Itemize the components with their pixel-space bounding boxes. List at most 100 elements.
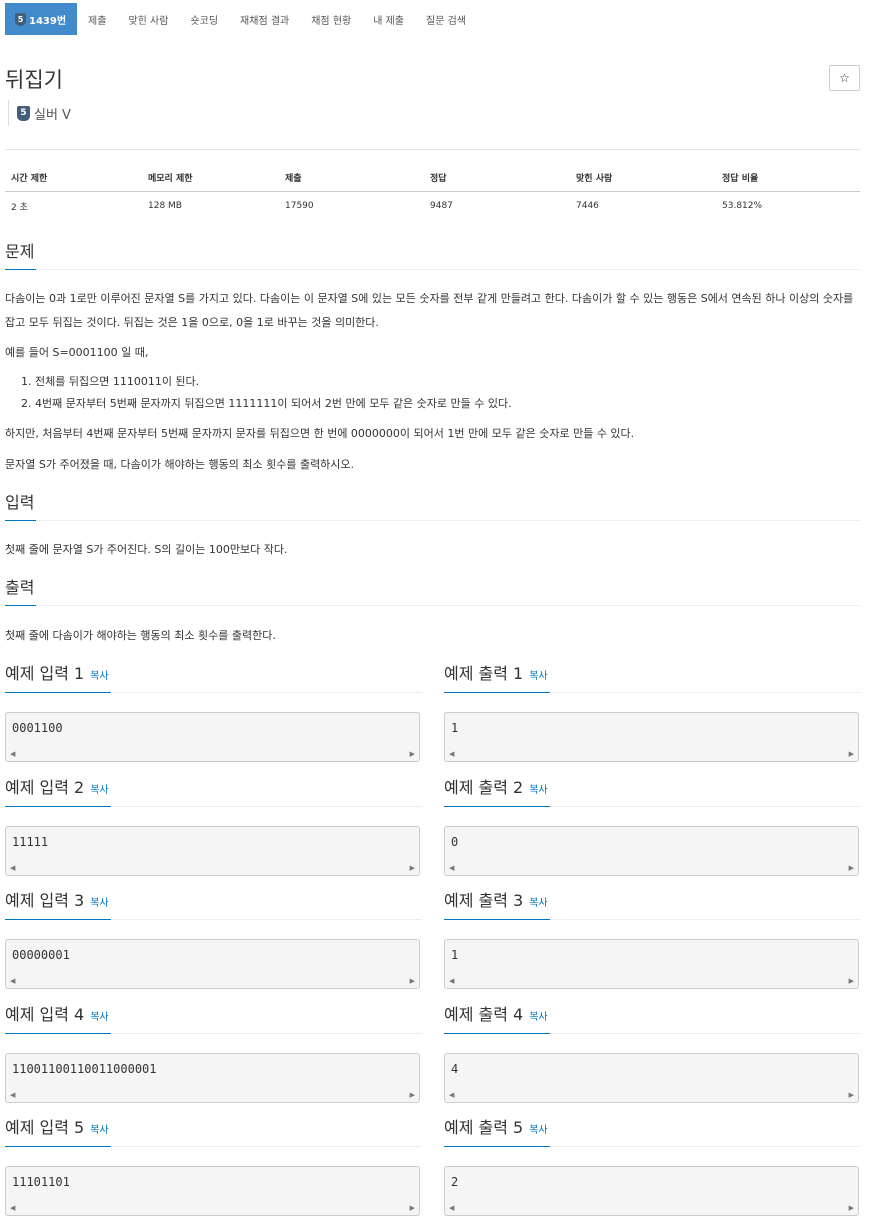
sample-output-header: 예제 출력 1 복사 — [444, 663, 860, 693]
sample-input-box[interactable]: 11001100110011000001 ◀ ▶ — [5, 1053, 420, 1103]
accepted-value: 9487 — [430, 201, 453, 211]
sample-code: 0001100 — [12, 721, 63, 735]
sample-title-wrap: 예제 출력 2 복사 — [444, 777, 550, 807]
sample-title-wrap: 예제 출력 5 복사 — [444, 1117, 550, 1147]
problem-tier[interactable]: 5 실버 V — [8, 100, 71, 126]
sample-output-header: 예제 출력 3 복사 — [444, 890, 860, 920]
scroll-left-icon[interactable]: ◀ — [7, 864, 18, 872]
horizontal-scrollbar[interactable]: ◀ ▶ — [446, 1089, 857, 1101]
scroll-right-icon[interactable]: ▶ — [846, 1204, 857, 1212]
sample-code: 2 — [451, 1175, 459, 1189]
horizontal-scrollbar[interactable]: ◀ ▶ — [7, 862, 418, 874]
header-time-limit: 시간 제한 — [5, 167, 142, 192]
scroll-left-icon[interactable]: ◀ — [7, 1204, 18, 1212]
sample-title-wrap: 예제 입력 4 복사 — [5, 1004, 111, 1034]
copy-button[interactable]: 복사 — [90, 1008, 108, 1023]
nav-tab-short-coding[interactable]: 숏코딩 — [179, 3, 229, 35]
sample-code: 11101101 — [12, 1175, 70, 1189]
copy-button[interactable]: 복사 — [90, 1121, 108, 1136]
scroll-right-icon[interactable]: ▶ — [846, 977, 857, 985]
time-limit-value: 2 초 — [11, 202, 28, 213]
input-title: 입력 — [5, 493, 37, 521]
nav-tab-question-search[interactable]: 질문 검색 — [415, 3, 477, 35]
sample-title-wrap: 예제 입력 3 복사 — [5, 890, 111, 920]
scroll-right-icon[interactable]: ▶ — [846, 750, 857, 758]
sample-title: 예제 출력 1 — [444, 664, 524, 683]
header-accepted: 정답 — [424, 167, 570, 192]
scroll-left-icon[interactable]: ◀ — [7, 750, 18, 758]
description-paragraph-3: 하지만, 처음부터 4번째 문자부터 5번째 문자까지 문자를 뒤집으면 한 번… — [5, 427, 635, 440]
scroll-left-icon[interactable]: ◀ — [446, 864, 457, 872]
sample-output-box[interactable]: 4 ◀ ▶ — [444, 1053, 859, 1103]
scroll-left-icon[interactable]: ◀ — [7, 1091, 18, 1099]
scroll-right-icon[interactable]: ▶ — [407, 977, 418, 985]
sample-output-box[interactable]: 0 ◀ ▶ — [444, 826, 859, 876]
sample-output-header: 예제 출력 5 복사 — [444, 1117, 860, 1147]
description-title: 문제 — [5, 242, 37, 270]
sample-title: 예제 입력 1 — [5, 664, 85, 683]
scroll-right-icon[interactable]: ▶ — [846, 864, 857, 872]
tier-badge-icon: 5 — [15, 12, 26, 26]
sample-output-box[interactable]: 1 ◀ ▶ — [444, 712, 859, 762]
list-item: 2. 4번째 문자부터 5번째 문자까지 뒤집으면 1111111이 되어서 2… — [21, 397, 512, 410]
favorite-star-button[interactable]: ☆ — [829, 65, 860, 91]
sample-code: 11111 — [12, 835, 49, 849]
horizontal-scrollbar[interactable]: ◀ ▶ — [7, 975, 418, 987]
horizontal-scrollbar[interactable]: ◀ ▶ — [446, 862, 857, 874]
output-section-header: 출력 — [5, 578, 860, 606]
horizontal-scrollbar[interactable]: ◀ ▶ — [7, 1202, 418, 1214]
nav-tab-problem[interactable]: 5 1439번 — [5, 3, 78, 35]
copy-button[interactable]: 복사 — [90, 667, 108, 682]
copy-button[interactable]: 복사 — [529, 667, 547, 682]
sample-output-header: 예제 출력 2 복사 — [444, 777, 860, 807]
sample-output-box[interactable]: 1 ◀ ▶ — [444, 939, 859, 989]
description-paragraph-2: 예를 들어 S=0001100 일 때, — [5, 346, 149, 359]
nav-tab-solved-users[interactable]: 맞힌 사람 — [117, 3, 179, 35]
horizontal-scrollbar[interactable]: ◀ ▶ — [7, 748, 418, 760]
horizontal-scrollbar[interactable]: ◀ ▶ — [446, 1202, 857, 1214]
copy-button[interactable]: 복사 — [529, 894, 547, 909]
description-paragraph-4: 문자열 S가 주어졌을 때, 다솜이가 해야하는 행동의 최소 횟수를 출력하시… — [5, 458, 355, 471]
horizontal-scrollbar[interactable]: ◀ ▶ — [446, 975, 857, 987]
list-item: 1. 전체를 뒤집으면 1110011이 된다. — [21, 375, 200, 388]
output-description: 첫째 줄에 다솜이가 해야하는 행동의 최소 횟수를 출력한다. — [5, 629, 276, 642]
horizontal-scrollbar[interactable]: ◀ ▶ — [446, 748, 857, 760]
problem-title: 뒤집기 — [5, 68, 63, 92]
scroll-left-icon[interactable]: ◀ — [446, 750, 457, 758]
sample-input-box[interactable]: 11101101 ◀ ▶ — [5, 1166, 420, 1216]
sample-title-wrap: 예제 출력 4 복사 — [444, 1004, 550, 1034]
scroll-right-icon[interactable]: ▶ — [846, 1091, 857, 1099]
nav-tab-judge-status[interactable]: 채점 현황 — [300, 3, 362, 35]
example-steps-list: 1. 전체를 뒤집으면 1110011이 된다. 2. 4번째 문자부터 5번째… — [21, 371, 851, 415]
copy-button[interactable]: 복사 — [529, 781, 547, 796]
copy-button[interactable]: 복사 — [529, 1121, 547, 1136]
scroll-right-icon[interactable]: ▶ — [407, 864, 418, 872]
scroll-right-icon[interactable]: ▶ — [407, 1204, 418, 1212]
sample-code: 4 — [451, 1062, 459, 1076]
copy-button[interactable]: 복사 — [90, 781, 108, 796]
scroll-left-icon[interactable]: ◀ — [446, 1204, 457, 1212]
nav-tab-rejudge-results[interactable]: 재채점 결과 — [229, 3, 300, 35]
sample-input-box[interactable]: 11111 ◀ ▶ — [5, 826, 420, 876]
tier-name: 실버 V — [34, 107, 71, 123]
info-value-row: 2 초 128 MB 17590 9487 7446 53.812% — [5, 191, 860, 221]
scroll-right-icon[interactable]: ▶ — [407, 1091, 418, 1099]
sample-input-header: 예제 입력 3 복사 — [5, 890, 421, 920]
sample-input-box[interactable]: 00000001 ◀ ▶ — [5, 939, 420, 989]
sample-output-box[interactable]: 2 ◀ ▶ — [444, 1166, 859, 1216]
copy-button[interactable]: 복사 — [529, 1008, 547, 1023]
scroll-left-icon[interactable]: ◀ — [7, 977, 18, 985]
scroll-left-icon[interactable]: ◀ — [446, 977, 457, 985]
horizontal-scrollbar[interactable]: ◀ ▶ — [7, 1089, 418, 1101]
copy-button[interactable]: 복사 — [90, 894, 108, 909]
nav-tab-submit[interactable]: 제출 — [77, 3, 117, 35]
sample-code: 1 — [451, 948, 459, 962]
sample-input-header: 예제 입력 5 복사 — [5, 1117, 421, 1147]
memory-limit-value: 128 MB — [148, 201, 182, 211]
scroll-right-icon[interactable]: ▶ — [407, 750, 418, 758]
scroll-left-icon[interactable]: ◀ — [446, 1091, 457, 1099]
sample-input-box[interactable]: 0001100 ◀ ▶ — [5, 712, 420, 762]
nav-tab-my-submissions[interactable]: 내 제출 — [362, 3, 415, 35]
divider — [5, 149, 860, 150]
nav-problem-label: 1439번 — [29, 15, 67, 27]
